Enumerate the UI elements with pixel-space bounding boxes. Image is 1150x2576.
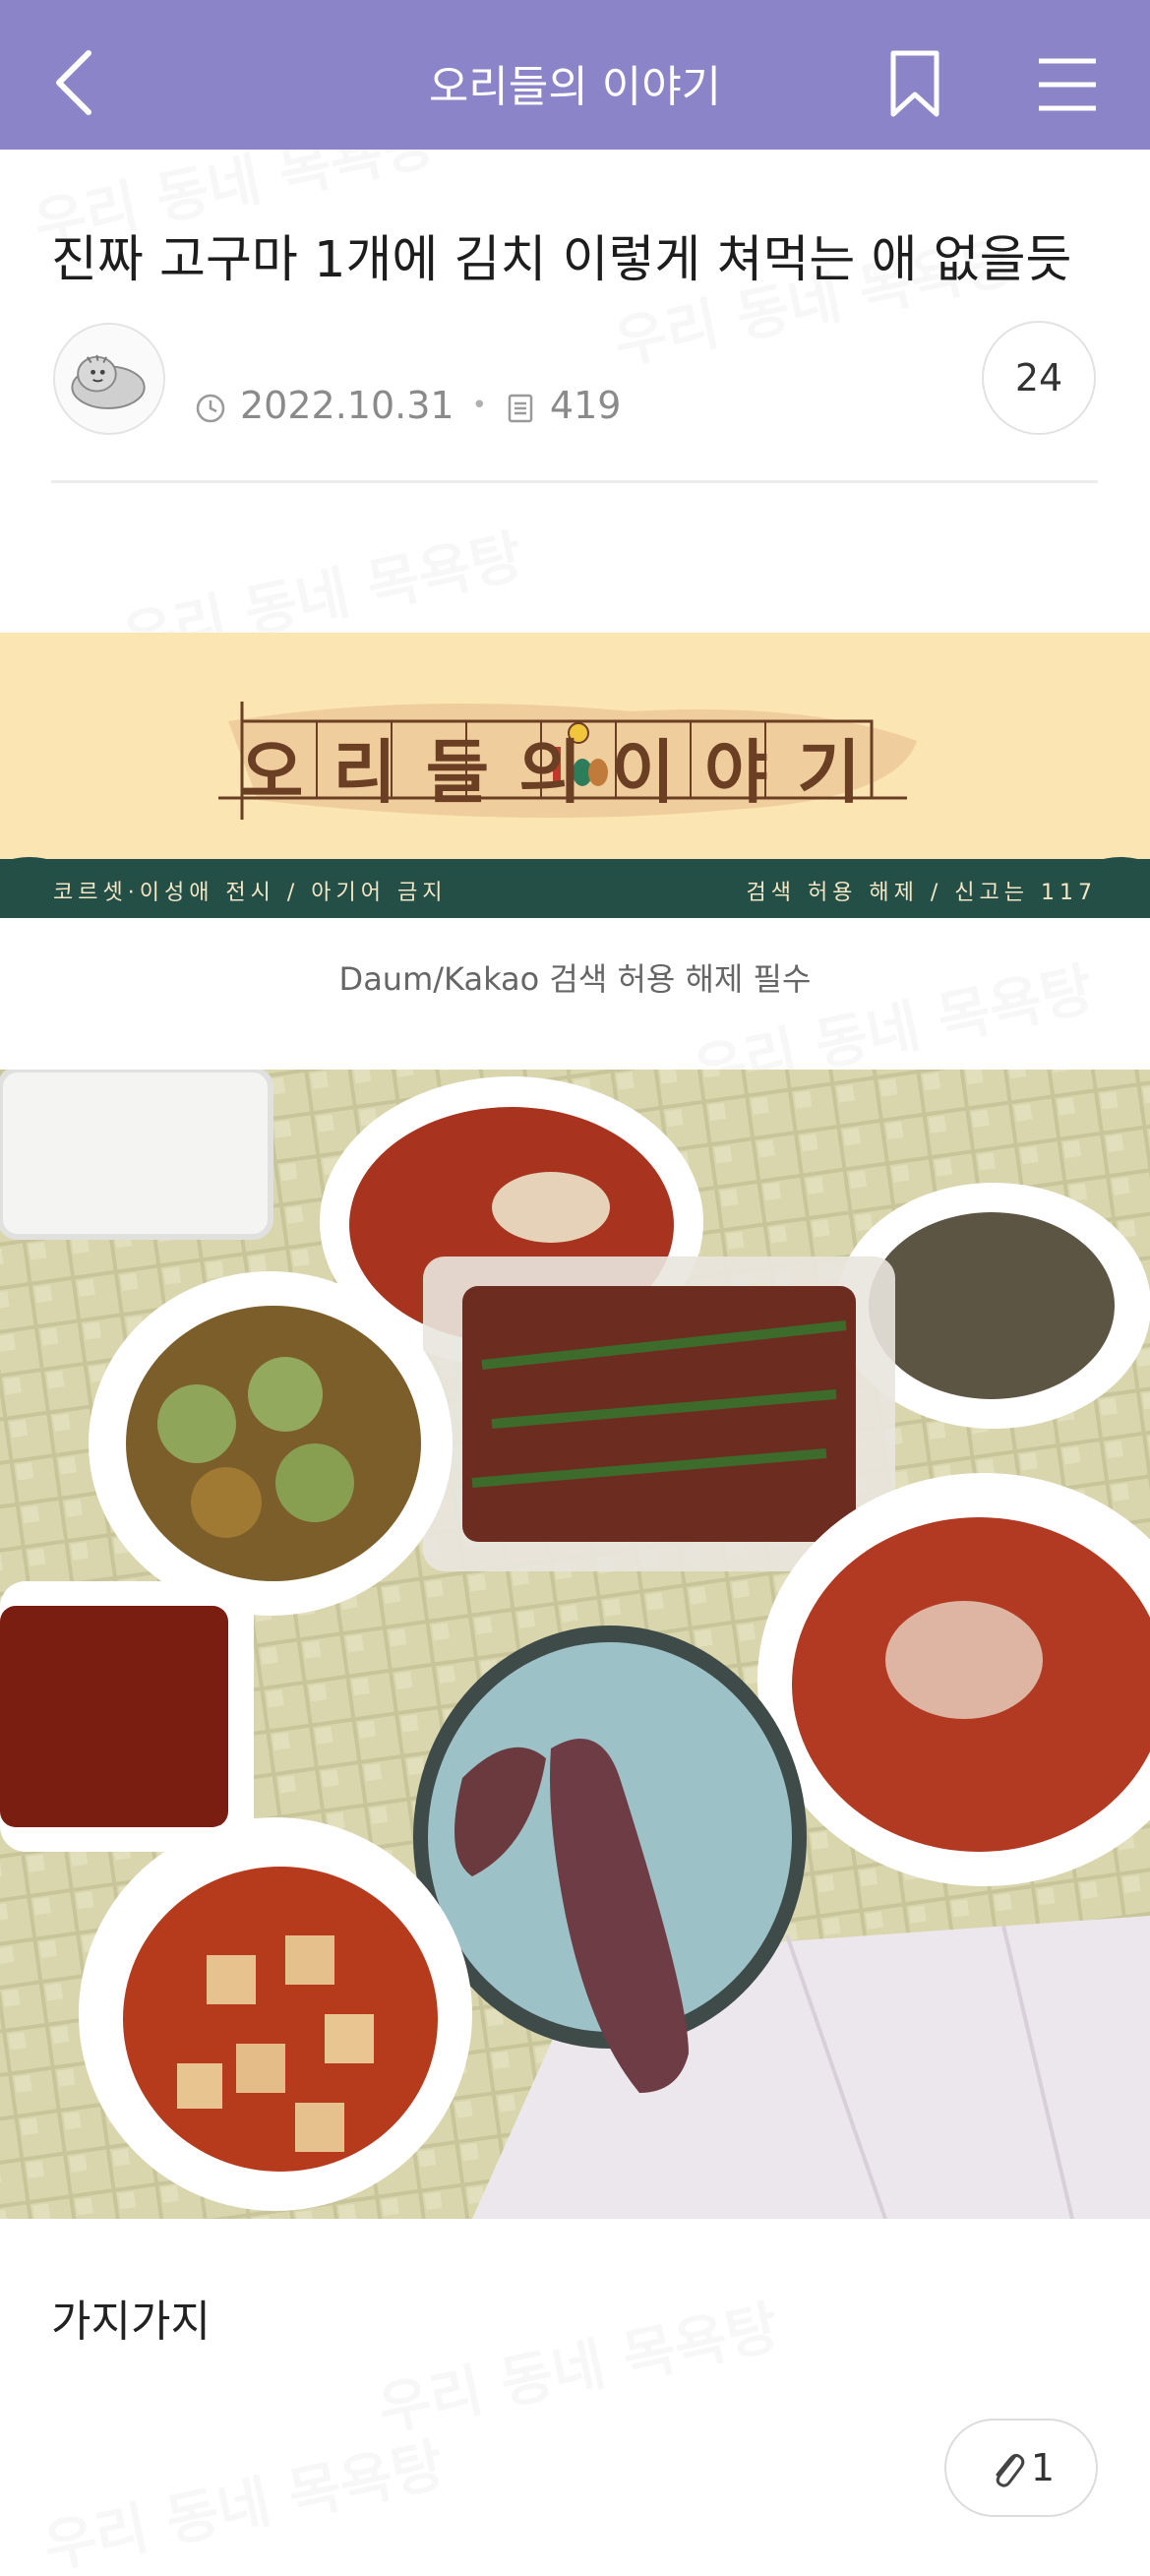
banner-left-notice: 코르셋·이성애 전시 / 아기어 금지 xyxy=(53,881,448,905)
cafe-banner: 오리들의이야기 코르셋·이성애 전시 / 아기어 금지 검색 허용 해제 / 신… xyxy=(0,633,1150,918)
banner-right-notice: 검색 허용 해제 / 신고는 117 xyxy=(746,881,1097,905)
comment-count-button[interactable]: 24 xyxy=(982,321,1096,435)
bookmark-icon[interactable] xyxy=(887,49,942,118)
post-photo[interactable] xyxy=(0,1070,1150,2219)
post-body-text: 가지가지 xyxy=(51,2297,211,2347)
hamburger-menu-icon[interactable] xyxy=(1037,55,1098,114)
clock-icon xyxy=(195,390,226,423)
banner-notice-strip: 코르셋·이성애 전시 / 아기어 금지 검색 허용 해제 / 신고는 117 xyxy=(0,859,1150,918)
divider xyxy=(51,480,1098,483)
author-avatar[interactable] xyxy=(53,323,165,435)
meta-separator: • xyxy=(471,391,487,420)
attachment-count: 1 xyxy=(1030,2446,1056,2489)
comment-count: 24 xyxy=(1014,356,1063,399)
attachment-button[interactable]: 1 xyxy=(944,2419,1098,2517)
app-bar: 오리들의 이야기 xyxy=(0,0,1150,150)
watermark: 우리 동네 목욕탕 xyxy=(37,2430,451,2576)
post-date: 2022.10.31 xyxy=(240,384,454,427)
food-photo-illustration xyxy=(0,1070,1150,2219)
views-icon xyxy=(505,390,536,423)
view-count: 419 xyxy=(549,384,622,427)
post-title: 진짜 고구마 1개에 김치 이렇게 쳐먹는 애 없을듯 xyxy=(51,231,1072,289)
watermark: 우리 동네 목욕탕 xyxy=(372,2293,785,2444)
paperclip-icon xyxy=(996,2453,1025,2487)
search-caption: Daum/Kakao 검색 허용 해제 필수 xyxy=(338,960,812,998)
banner-logo-text: 오리들의이야기 xyxy=(240,731,890,813)
post-meta: 2022.10.31 • 419 xyxy=(195,384,621,427)
app-title: 오리들의 이야기 xyxy=(428,62,722,112)
